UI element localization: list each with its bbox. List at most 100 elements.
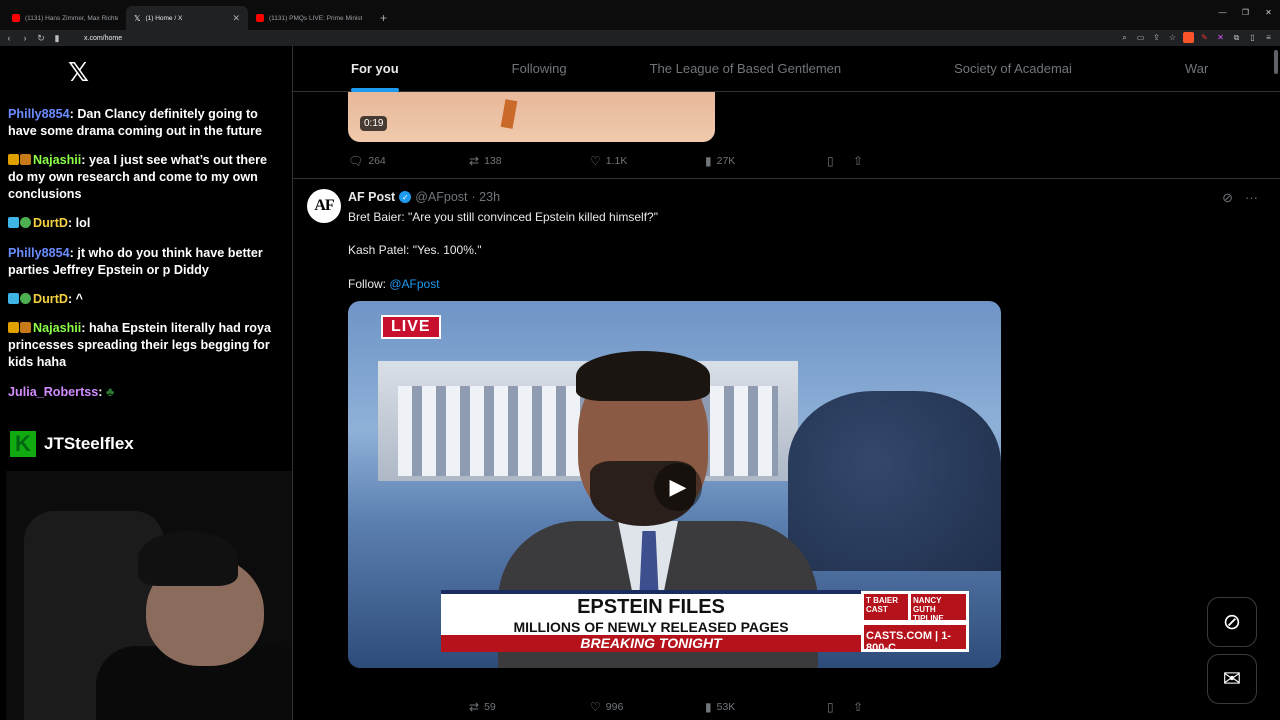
grok-icon[interactable]: ⊘	[1222, 190, 1233, 206]
chyron-subline: MILLIONS OF NEWLY RELEASED PAGES	[513, 619, 789, 635]
share-icon: ⇧	[853, 154, 864, 168]
like-count: 1.1K	[605, 155, 628, 167]
chat-badges-icon	[8, 291, 32, 308]
chat-badges-icon	[8, 152, 32, 169]
sidebox-left: T BAIER CAST	[864, 594, 908, 620]
chat-badges-icon	[8, 320, 32, 337]
chat-text: : ^	[67, 292, 84, 306]
tab-title: (1131) Hans Zimmer, Max Richte	[25, 14, 118, 22]
chat-username: Philly8854	[8, 107, 70, 121]
bookmark-button[interactable]: ▯	[827, 700, 853, 714]
verified-badge-icon: ✓	[399, 191, 412, 203]
tab-title: (1131) PMQs LIVE: Prime Ministe	[269, 14, 362, 22]
messages-floating-button[interactable]: ✉	[1207, 654, 1257, 704]
sidebox-right: NANCY GUTH TIPLINE	[911, 594, 966, 623]
post-text-line: Follow: @AFpost	[348, 277, 440, 291]
extension-x-icon[interactable]: ✕	[1215, 32, 1226, 43]
grok-icon: ⊘	[1222, 609, 1242, 634]
chat-message: DurtD: ^	[8, 291, 284, 308]
views-button[interactable]: ▮ 27K	[705, 154, 827, 168]
forward-icon[interactable]: ›	[18, 33, 32, 43]
author-name[interactable]: AF Post	[348, 190, 395, 204]
more-options-icon[interactable]: ···	[1245, 190, 1258, 206]
address-bar: ‹ › ↻ ▮ x.com/home ⌕ ▭ ⇪ ☆ ✎ ✕ ⧉ ▯ ≡	[0, 30, 1280, 46]
tab-league-of-based-gentlemen[interactable]: The League of Based Gentlemen	[650, 46, 842, 92]
chat-username: Najashii	[33, 153, 82, 167]
sidebar-icon[interactable]: ▯	[1247, 32, 1258, 43]
window-controls: — ❐ ✕	[1211, 8, 1280, 17]
chat-message: Najashii: haha Epstein literally had roy…	[8, 320, 284, 371]
repost-button[interactable]: ⇄ 59	[469, 700, 590, 714]
tab-society-of-academai[interactable]: Society of Academai	[954, 46, 1072, 92]
sidebox-bottom: CASTS.COM | 1-800-C	[864, 625, 966, 654]
close-window-icon[interactable]: ✕	[1257, 8, 1280, 17]
share-button[interactable]: ⇧	[853, 700, 863, 714]
mention-link[interactable]: @AFpost	[389, 277, 439, 291]
author-handle[interactable]: @AFpost	[415, 190, 467, 204]
video-content	[500, 99, 518, 129]
repost-button[interactable]: ⇄ 138	[469, 154, 590, 168]
chat-message: Julia_Robertss: ♣	[8, 384, 284, 401]
browser-tab[interactable]: (1131) Hans Zimmer, Max Richte	[4, 6, 126, 30]
avatar[interactable]: AF	[307, 189, 341, 223]
chyron-headline: EPSTEIN FILES	[577, 596, 725, 618]
video-trees	[788, 391, 1001, 571]
chat-username: Najashii	[33, 321, 82, 335]
zoom-icon[interactable]: ⌕	[1119, 32, 1130, 43]
share-icon[interactable]: ⇪	[1151, 32, 1162, 43]
bookmark-icon: ▯	[827, 154, 834, 168]
view-count: 27K	[716, 155, 736, 167]
reply-count: 264	[368, 155, 386, 167]
reply-button[interactable]: 🗨 264	[348, 154, 469, 168]
reply-icon: 🗨	[348, 154, 364, 168]
youtube-icon	[256, 14, 264, 22]
prev-post-actions: 🗨 264 ⇄ 138 ♡ 1.1K ▮ 27K ▯ ⇧	[348, 154, 868, 168]
bookmark-button[interactable]: ▯	[827, 154, 853, 168]
minimize-icon[interactable]: —	[1211, 8, 1234, 17]
chat-username: Philly8854	[8, 246, 70, 260]
browser-tab-active[interactable]: 𝕏 (1) Home / X ✕	[126, 6, 248, 30]
repost-count: 138	[484, 155, 502, 167]
puzzle-icon[interactable]: ⧉	[1231, 32, 1242, 43]
tab-following[interactable]: Following	[512, 46, 567, 92]
webcam-beanie	[138, 531, 238, 586]
like-button[interactable]: ♡ 996	[590, 700, 705, 714]
tab-war[interactable]: War	[1185, 46, 1208, 92]
youtube-icon	[12, 14, 20, 22]
repost-icon: ⇄	[469, 700, 480, 714]
grok-floating-button[interactable]: ⊘	[1207, 597, 1257, 647]
prev-post-video[interactable]: 0:19	[348, 92, 715, 142]
views-button[interactable]: ▮ 53K	[705, 700, 827, 714]
reload-icon[interactable]: ↻	[34, 33, 48, 44]
bookmark-icon[interactable]: ▮	[50, 33, 64, 44]
post-video[interactable]: LIVE ▶ EPSTEIN FILES MILLIONS OF NEWLY R…	[348, 301, 1001, 668]
chat-username: Julia_Robertss	[8, 385, 99, 399]
close-tab-icon[interactable]: ✕	[232, 13, 240, 24]
browser-tab-strip: (1131) Hans Zimmer, Max Richte 𝕏 (1) Hom…	[0, 0, 1280, 30]
scrollbar[interactable]	[1274, 50, 1278, 74]
menu-icon[interactable]: ≡	[1263, 32, 1274, 43]
bookmark-star-icon[interactable]: ☆	[1167, 32, 1178, 43]
x-logo-icon[interactable]: 𝕏	[68, 58, 89, 88]
heart-icon: ♡	[590, 700, 601, 714]
url-field[interactable]: x.com/home	[84, 35, 122, 42]
like-button[interactable]: ♡ 1.1K	[590, 154, 705, 168]
post-text-line: Bret Baier: "Are you still convinced Eps…	[348, 210, 658, 224]
share-button[interactable]: ⇧	[853, 154, 863, 168]
chat-text: :	[98, 385, 103, 399]
brave-shield-icon[interactable]	[1183, 32, 1194, 43]
browser-tab[interactable]: (1131) PMQs LIVE: Prime Ministe	[248, 6, 370, 30]
post-time[interactable]: · 23h	[472, 190, 501, 204]
mail-icon: ✉	[1222, 666, 1242, 691]
tab-for-you[interactable]: For you	[351, 46, 399, 92]
maximize-icon[interactable]: ❐	[1234, 8, 1257, 17]
cast-icon[interactable]: ▭	[1135, 32, 1146, 43]
back-icon[interactable]: ‹	[2, 33, 16, 43]
new-tab-button[interactable]: +	[370, 6, 397, 30]
x-icon: 𝕏	[134, 13, 141, 23]
extensions-toolbar: ⌕ ▭ ⇪ ☆ ✎ ✕ ⧉ ▯ ≡	[1119, 32, 1274, 43]
views-icon: ▮	[705, 700, 712, 714]
extension-icon[interactable]: ✎	[1199, 32, 1210, 43]
play-icon[interactable]: ▶	[654, 463, 702, 511]
chyron-sidebox: T BAIER CAST NANCY GUTH TIPLINE CASTS.CO…	[861, 591, 969, 654]
